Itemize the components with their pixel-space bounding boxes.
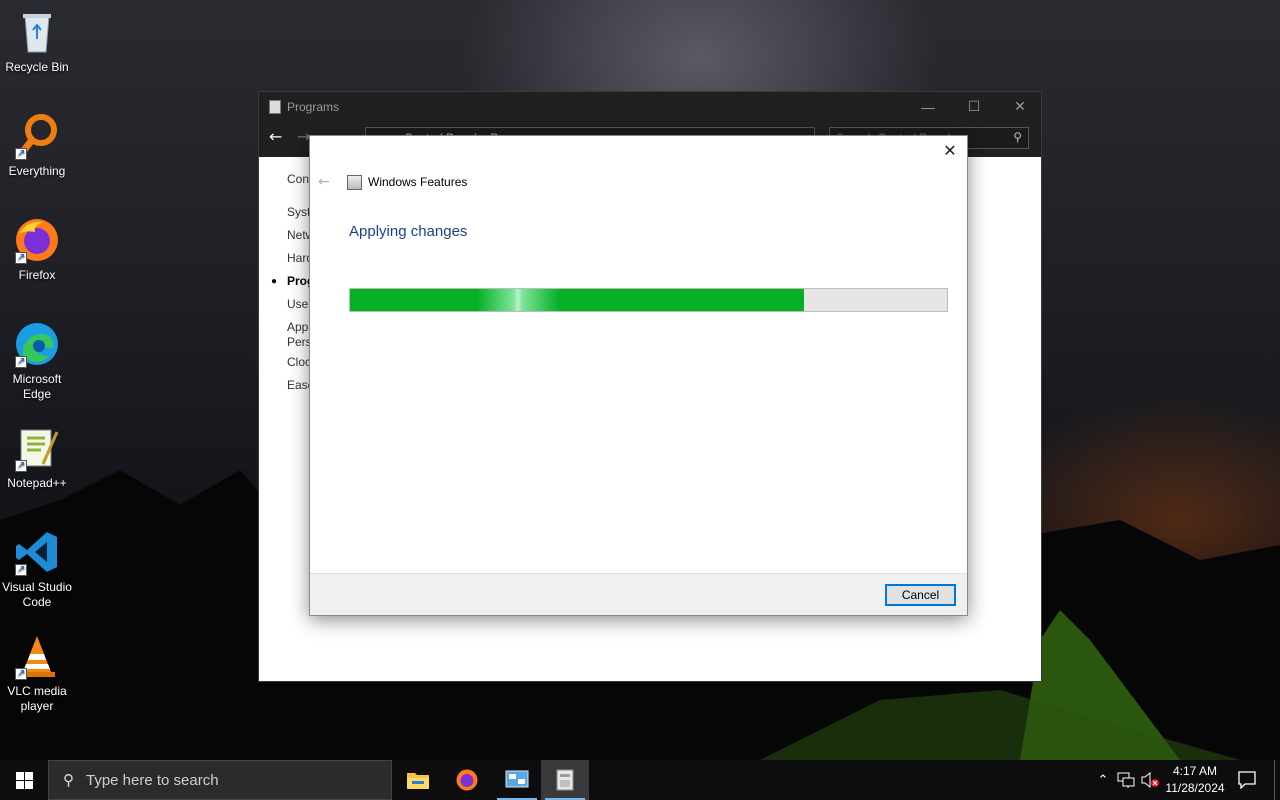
chevron-up-icon: ⌃ — [1097, 772, 1109, 788]
show-desktop-button[interactable] — [1274, 760, 1280, 800]
network-tray-button[interactable] — [1114, 760, 1138, 800]
notepadpp-icon — [13, 424, 61, 473]
windows-features-icon — [347, 175, 362, 190]
desktop-icon-vscode[interactable]: Visual Studio Code — [0, 528, 74, 610]
volume-tray-button[interactable] — [1138, 760, 1162, 800]
close-button[interactable]: ✕ — [997, 92, 1043, 121]
desktop-icon-label: Firefox — [18, 268, 56, 282]
taskbar-firefox[interactable] — [443, 760, 491, 800]
clock-time: 4:17 AM — [1172, 764, 1218, 778]
back-arrow-icon[interactable]: ← — [318, 174, 330, 190]
taskbar-file-explorer[interactable] — [394, 760, 442, 800]
programs-titlebar[interactable]: Programs — ☐ ✕ — [259, 92, 1041, 121]
recycle-bin-icon — [13, 8, 61, 56]
taskbar-search-placeholder: Type here to search — [86, 771, 219, 789]
dialog-heading: Applying changes — [349, 223, 468, 240]
dialog-title: Windows Features — [368, 175, 468, 189]
taskbar: ⚲ Type here to search ⌃ 4:17 AM 11/28/20… — [0, 760, 1280, 800]
folder-icon — [407, 773, 429, 789]
close-icon[interactable]: ✕ — [941, 142, 959, 160]
vscode-icon — [13, 528, 61, 577]
windows-features-icon — [556, 769, 574, 791]
action-center-button[interactable] — [1232, 760, 1262, 800]
progress-fill — [350, 289, 804, 311]
desktop-icon-label: Everything — [8, 164, 66, 178]
desktop-icon-everything[interactable]: Everything — [0, 112, 74, 179]
start-button[interactable] — [0, 760, 48, 800]
programs-window-title: Programs — [287, 99, 340, 114]
show-hidden-icons[interactable]: ⌃ — [1092, 760, 1114, 800]
taskbar-windows-features[interactable] — [541, 760, 589, 800]
taskbar-search-input[interactable]: ⚲ Type here to search — [48, 760, 392, 800]
desktop-icon-label: Recycle Bin — [5, 60, 69, 74]
clock-date: 11/28/2024 — [1165, 781, 1225, 795]
desktop-icon-edge[interactable]: Microsoft Edge — [0, 320, 74, 402]
windows-logo-icon — [15, 771, 33, 789]
desktop-icon-recycle-bin[interactable]: Recycle Bin — [0, 8, 74, 75]
desktop-icon-vlc[interactable]: VLC media player — [0, 632, 74, 714]
back-arrow-icon[interactable]: ← — [269, 127, 282, 146]
network-icon — [1117, 772, 1135, 788]
maximize-button[interactable]: ☐ — [951, 92, 997, 121]
cancel-button[interactable]: Cancel — [885, 584, 956, 606]
desktop-icon-label: VLC media player — [7, 684, 67, 713]
control-panel-icon — [505, 770, 529, 788]
firefox-icon — [456, 769, 478, 791]
windows-features-dialog[interactable]: ✕ ← Windows Features Applying changes Ca… — [309, 135, 968, 616]
search-icon: ⚲ — [1013, 130, 1022, 144]
bullet-icon: ● — [271, 276, 278, 287]
desktop-icon-notepadpp[interactable]: Notepad++ — [0, 424, 74, 491]
notification-icon — [1238, 771, 1256, 789]
desktop-icon-firefox[interactable]: Firefox — [0, 216, 74, 283]
minimize-button[interactable]: — — [905, 92, 951, 121]
desktop-icon-label: Microsoft Edge — [12, 372, 62, 401]
volume-muted-icon — [1141, 772, 1159, 788]
taskbar-control-panel[interactable] — [493, 760, 541, 800]
desktop-icon-label: Notepad++ — [7, 476, 67, 490]
vlc-icon — [13, 632, 61, 681]
taskbar-clock[interactable]: 4:17 AM 11/28/2024 — [1162, 763, 1228, 797]
everything-search-icon — [13, 112, 61, 161]
dialog-footer: Cancel — [310, 573, 967, 615]
edge-icon — [13, 320, 61, 369]
search-icon: ⚲ — [63, 772, 74, 789]
desktop-icon-label: Visual Studio Code — [2, 580, 72, 609]
firefox-icon — [13, 216, 61, 265]
progress-bar — [349, 288, 948, 312]
control-panel-icon — [269, 99, 281, 114]
